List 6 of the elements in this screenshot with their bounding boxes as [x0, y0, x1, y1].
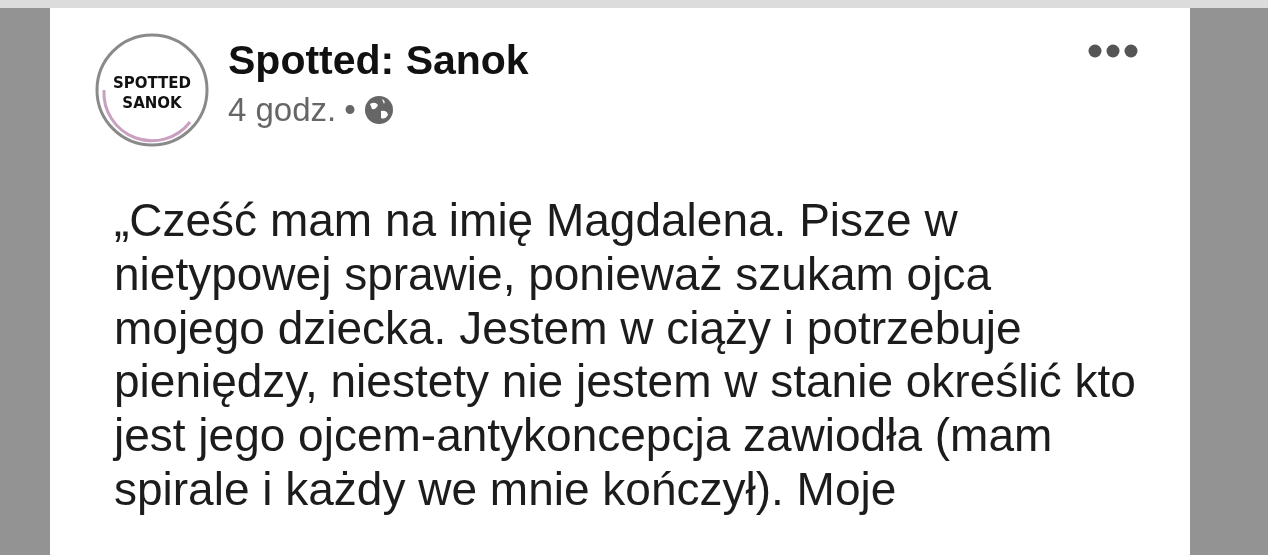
post-time[interactable]: 4 godz.	[228, 85, 337, 135]
post-text: „Cześć mam na imię Magdalena. Pisze w nietypowej sprawie, ponieważ szukam ojca mojego dziecka. Jestem w ciąży i potrzebuje pieniędzy, niestety nie jestem w stanie określić kto jest jego ojcem-antykoncepcja zawiodła (mam spirale i każdy we mnie kończył). Moje	[114, 194, 1137, 517]
globe-icon	[363, 94, 394, 125]
page-name[interactable]: Spotted: Sanok	[228, 36, 529, 86]
more-options-icon[interactable]	[1088, 44, 1138, 58]
separator: •	[344, 90, 356, 131]
